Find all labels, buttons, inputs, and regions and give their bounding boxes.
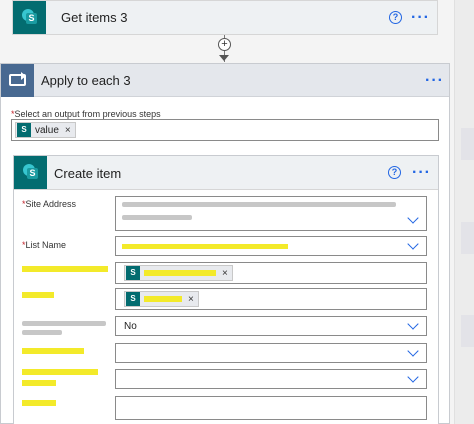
site-address-label-text: Site Address [25,199,77,209]
sharepoint-icon: S [14,156,47,189]
select-output-label-text: Select an output from previous steps [14,109,161,119]
create-item-card: S Create item ? ··· *Site Address *List … [13,155,439,424]
field-5-value: No [124,321,137,332]
arrow-down-icon [219,55,229,61]
insert-step-button[interactable]: + [218,38,231,51]
redacted-text [122,202,396,207]
remove-token-icon[interactable]: × [188,294,194,305]
remove-token-icon[interactable]: × [65,125,71,136]
apply-to-each-header[interactable]: Apply to each 3 ··· [1,64,449,97]
create-item-title: Create item [54,166,122,181]
sharepoint-icon: S [126,266,140,280]
select-output-input[interactable]: S value × [11,119,439,141]
sharepoint-icon: S [13,1,46,34]
more-options-icon[interactable]: ··· [425,73,444,89]
dynamic-token[interactable]: S × [124,265,233,281]
select-output-label: *Select an output from previous steps [11,109,161,119]
value-token[interactable]: S value × [15,122,76,138]
more-options-icon[interactable]: ··· [412,165,431,181]
chevron-down-icon [407,345,419,357]
help-icon[interactable]: ? [389,11,402,24]
sharepoint-icon: S [17,123,31,137]
redacted-text [122,244,288,249]
redacted-text [122,215,192,220]
field-8-input[interactable] [115,396,427,420]
redacted-field-label [22,292,54,298]
field-7-dropdown[interactable] [115,369,427,389]
field-5-dropdown[interactable]: No [115,316,427,336]
strip-block [461,128,474,160]
right-scroll-strip [454,0,474,424]
help-icon[interactable]: ? [388,166,401,179]
field-3-input[interactable]: S × [115,262,427,284]
strip-block [461,222,474,254]
list-name-label: *List Name [22,240,66,251]
loop-icon [1,64,34,97]
redacted-field-label [22,400,56,406]
apply-to-each-title: Apply to each 3 [41,73,131,88]
flow-designer-canvas: S Get items 3 ? ··· + Apply to each 3 ··… [0,0,474,424]
redacted-field-label [22,380,56,386]
site-address-dropdown[interactable] [115,196,427,231]
redacted-text [144,296,182,302]
more-options-icon[interactable]: ··· [411,10,430,26]
get-items-card[interactable]: S Get items 3 ? ··· [12,0,438,35]
get-items-title: Get items 3 [61,10,128,25]
field-4-input[interactable]: S × [115,288,427,310]
strip-block [461,315,474,347]
redacted-field-label [22,266,108,272]
chevron-down-icon [407,238,419,250]
token-label: value [35,124,59,136]
redacted-field-label [22,321,106,326]
field-6-dropdown[interactable] [115,343,427,363]
list-name-label-text: List Name [25,240,67,250]
remove-token-icon[interactable]: × [222,268,228,279]
apply-to-each-container: Apply to each 3 ··· *Select an output fr… [0,63,450,424]
chevron-down-icon [407,371,419,383]
redacted-field-label [22,348,84,354]
site-address-label: *Site Address [22,199,76,210]
list-name-dropdown[interactable] [115,236,427,256]
create-item-header[interactable]: S Create item ? ··· [14,156,438,190]
redacted-field-label [22,330,62,335]
chevron-down-icon [407,212,419,224]
sharepoint-icon: S [126,292,140,306]
redacted-text [144,270,216,276]
chevron-down-icon [407,318,419,330]
dynamic-token[interactable]: S × [124,291,199,307]
redacted-field-label [22,369,98,375]
